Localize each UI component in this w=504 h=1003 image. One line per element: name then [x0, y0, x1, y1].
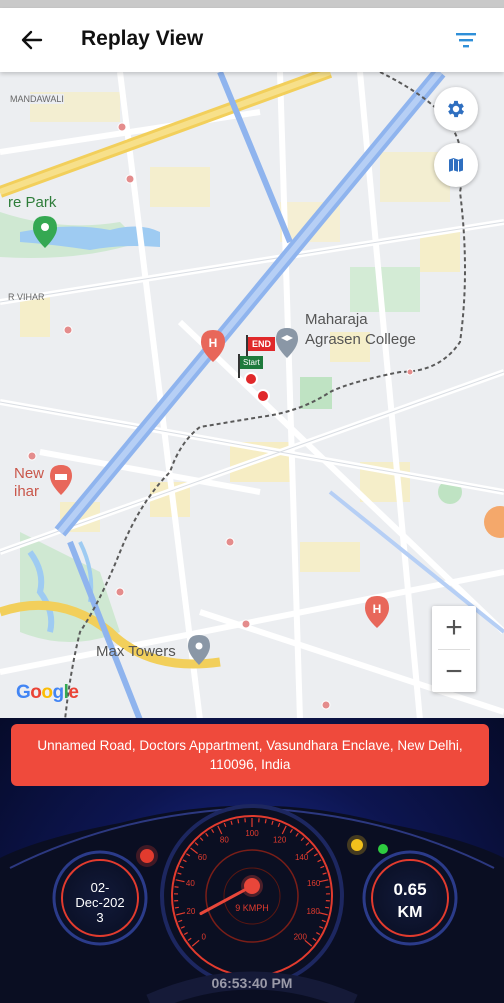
speedometer-tick-label: 80	[220, 835, 229, 844]
app-bar: Replay View	[0, 8, 504, 72]
speedometer-tick-label: 0	[202, 932, 207, 941]
map-label-max-towers: Max Towers	[96, 643, 176, 660]
map-label-ihar: ihar	[14, 483, 40, 500]
arrow-left-icon	[21, 30, 43, 50]
speedometer-tick-label: 160	[307, 879, 321, 888]
google-letter: o	[30, 682, 42, 703]
speedometer-tick-label: 40	[186, 879, 195, 888]
speedometer-tick	[325, 906, 330, 909]
distance-value: 0.65	[393, 880, 427, 899]
speedometer-tick-label: 60	[198, 853, 207, 862]
map-label-college-line2: Agrasen College	[305, 331, 416, 348]
speedometer-tick-label: 180	[306, 907, 320, 916]
google-letter: e	[68, 682, 79, 703]
svg-text:H: H	[209, 336, 218, 350]
back-button[interactable]	[14, 22, 50, 58]
zoom-in-button[interactable]: +	[432, 606, 476, 649]
filter-button[interactable]	[450, 24, 482, 56]
google-letter: G	[16, 682, 31, 703]
map-label-vihar: R VIHAR	[8, 292, 45, 302]
speedometer-tick	[174, 906, 179, 909]
map-label-new: New	[14, 465, 45, 482]
zoom-controls: + −	[432, 606, 476, 692]
status-strip	[0, 0, 504, 8]
google-letter: o	[41, 682, 53, 703]
time-readout: 06:53:40 PM	[211, 975, 293, 991]
zoom-out-button[interactable]: −	[432, 650, 476, 693]
start-flag-label: Start	[240, 356, 263, 369]
google-attribution: Google	[16, 682, 79, 704]
address-banner: Unnamed Road, Doctors Appartment, Vasund…	[11, 724, 489, 786]
map-type-button[interactable]	[434, 143, 478, 187]
speedometer-tick-label: 140	[295, 853, 309, 862]
date-readout: 02- Dec-202 3	[75, 880, 125, 925]
stop-marker-2[interactable]	[256, 389, 270, 403]
map-label-college-line1: Maharaja	[305, 311, 368, 328]
speedometer-tick-label: 100	[245, 829, 259, 838]
speedometer-tick-label: 200	[294, 932, 308, 941]
speedometer-tick-label: 120	[273, 835, 287, 844]
svg-text:H: H	[373, 602, 382, 616]
speedometer-tick-label: 20	[186, 907, 195, 916]
map-settings-button[interactable]	[434, 87, 478, 131]
speed-readout: 9 KMPH	[235, 903, 269, 913]
gear-icon	[448, 100, 464, 118]
speedometer-tick	[237, 819, 240, 824]
distance-unit: KM	[397, 904, 423, 921]
filter-icon	[456, 33, 476, 48]
map-label-park: re Park	[8, 194, 57, 211]
end-flag-label: END	[248, 337, 276, 351]
map-view[interactable]: H H MANDAWALI re Park R VIHAR Maharaja A…	[0, 72, 504, 720]
map-canvas: H H	[0, 72, 504, 720]
page-title: Replay View	[81, 27, 204, 50]
distance-readout: 0.65 KM	[378, 880, 442, 922]
google-letter: g	[52, 682, 65, 703]
speedometer-tick	[264, 819, 267, 824]
stop-marker-1[interactable]	[244, 372, 258, 386]
map-label-mandawali: MANDAWALI	[10, 94, 64, 104]
map-icon	[448, 156, 464, 174]
